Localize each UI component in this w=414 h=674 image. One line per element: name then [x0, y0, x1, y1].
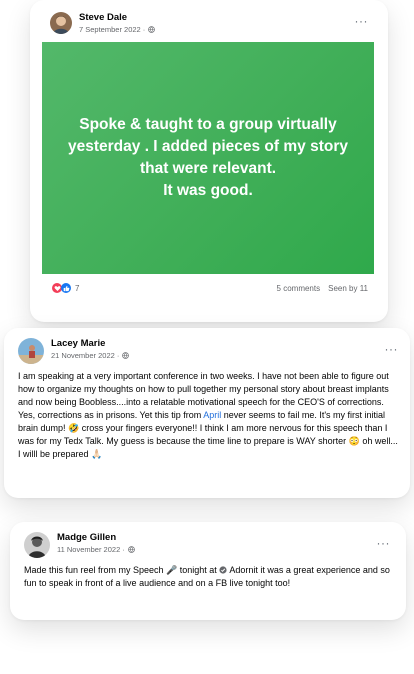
post-meta: 11 November 2022 · [57, 544, 135, 555]
post-text: Spoke & taught to a group virtually yest… [68, 114, 348, 202]
post-header: Lacey Marie 21 November 2022 · [18, 338, 130, 364]
mention-link[interactable]: Adornit [229, 565, 258, 575]
post-text: I am speaking at a very important confer… [18, 370, 402, 461]
post-card: Madge Gillen 11 November 2022 · ··· Made… [10, 522, 406, 620]
text-background-post: Spoke & taught to a group virtually yest… [42, 42, 374, 274]
post-text-line: It was good. [163, 182, 253, 199]
post-text-line: Spoke & taught to a group virtually [79, 116, 337, 133]
reactions[interactable]: 7 [52, 283, 79, 293]
post-meta: 21 November 2022 · [51, 350, 130, 361]
post-text-line: yesterday . I added pieces of my story [68, 138, 348, 155]
avatar[interactable] [50, 12, 72, 34]
post-date[interactable]: 11 November 2022 · [57, 544, 125, 555]
author-name[interactable]: Lacey Marie [51, 338, 129, 350]
globe-icon [148, 26, 156, 33]
comments-link[interactable]: 5 comments [277, 284, 321, 293]
like-icon [61, 283, 71, 293]
post-text: Made this fun reel from my Speech 🎤 toni… [24, 564, 396, 590]
post-card: Lacey Marie 21 November 2022 · ··· I am … [4, 328, 410, 498]
post-date[interactable]: 21 November 2022 · [51, 350, 119, 361]
globe-icon [128, 546, 135, 553]
more-options-button[interactable]: ··· [355, 15, 369, 27]
more-options-button[interactable]: ··· [385, 343, 399, 355]
avatar[interactable] [18, 338, 44, 364]
author-name[interactable]: Madge Gillen [57, 532, 135, 544]
page-badge-icon [219, 566, 227, 574]
post-header: Madge Gillen 11 November 2022 · [24, 532, 135, 558]
avatar[interactable] [24, 532, 50, 558]
post-text-line: that were relevant. [139, 160, 277, 177]
author-name[interactable]: Steve Dale [79, 12, 155, 24]
reaction-count[interactable]: 7 [75, 284, 79, 293]
post-header: Steve Dale 7 September 2022 · [50, 12, 156, 35]
post-date[interactable]: 7 September 2022 · [79, 24, 145, 35]
globe-icon [122, 352, 130, 359]
seen-by-link[interactable]: Seen by 11 [328, 284, 368, 293]
post-footer: 7 5 comments Seen by 11 [52, 282, 368, 294]
post-text-part: Made this fun reel from my Speech 🎤 toni… [24, 565, 220, 575]
post-meta: 7 September 2022 · [79, 24, 156, 35]
mention-link[interactable]: April [203, 410, 221, 420]
post-card: Steve Dale 7 September 2022 · ··· Spoke … [30, 0, 388, 322]
more-options-button[interactable]: ··· [377, 537, 391, 549]
